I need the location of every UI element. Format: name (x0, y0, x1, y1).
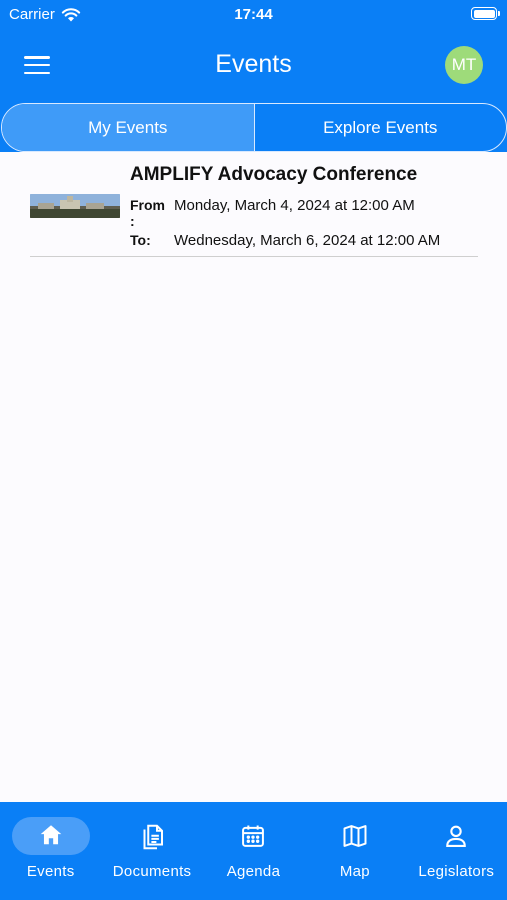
documents-icon (143, 824, 164, 850)
to-value: Wednesday, March 6, 2024 at 12:00 AM (174, 232, 441, 249)
bottom-tab-bar: Events Documents Agenda Map Legislators (0, 802, 507, 900)
app-header: Carrier 17:44 Events MT My Events Explor… (0, 0, 507, 152)
from-value: Monday, March 4, 2024 at 12:00 AM (174, 197, 415, 214)
nav-label-documents: Documents (112, 863, 192, 880)
nav-map[interactable]: Map (304, 802, 405, 900)
nav-agenda[interactable]: Agenda (203, 802, 304, 900)
event-title: AMPLIFY Advocacy Conference (130, 164, 418, 185)
status-bar: Carrier 17:44 (0, 0, 507, 28)
avatar[interactable]: MT (445, 46, 483, 84)
map-icon (343, 825, 367, 847)
nav-legislators[interactable]: Legislators (406, 802, 507, 900)
battery-icon (471, 7, 500, 20)
tab-explore-events[interactable]: Explore Events (253, 104, 507, 151)
from-colon: : (130, 213, 135, 229)
page-title: Events (215, 50, 292, 78)
home-icon (40, 825, 61, 845)
nav-label-events: Events (26, 863, 75, 880)
segmented-tabs: My Events Explore Events (1, 103, 507, 152)
nav-events[interactable]: Events (0, 802, 101, 900)
nav-label-agenda: Agenda (226, 863, 281, 880)
building-image-icon (30, 194, 120, 218)
from-label: From (130, 197, 165, 213)
person-icon (446, 825, 467, 847)
to-label: To: (130, 232, 151, 248)
event-list-item[interactable]: AMPLIFY Advocacy Conference From : Monda… (30, 152, 478, 257)
tab-my-events[interactable]: My Events (2, 104, 254, 151)
calendar-icon (242, 825, 265, 847)
nav-label-map: Map (339, 863, 370, 880)
nav-documents[interactable]: Documents (101, 802, 202, 900)
status-time: 17:44 (234, 6, 273, 23)
event-thumbnail (30, 194, 120, 218)
nav-label-legislators: Legislators (418, 863, 495, 880)
